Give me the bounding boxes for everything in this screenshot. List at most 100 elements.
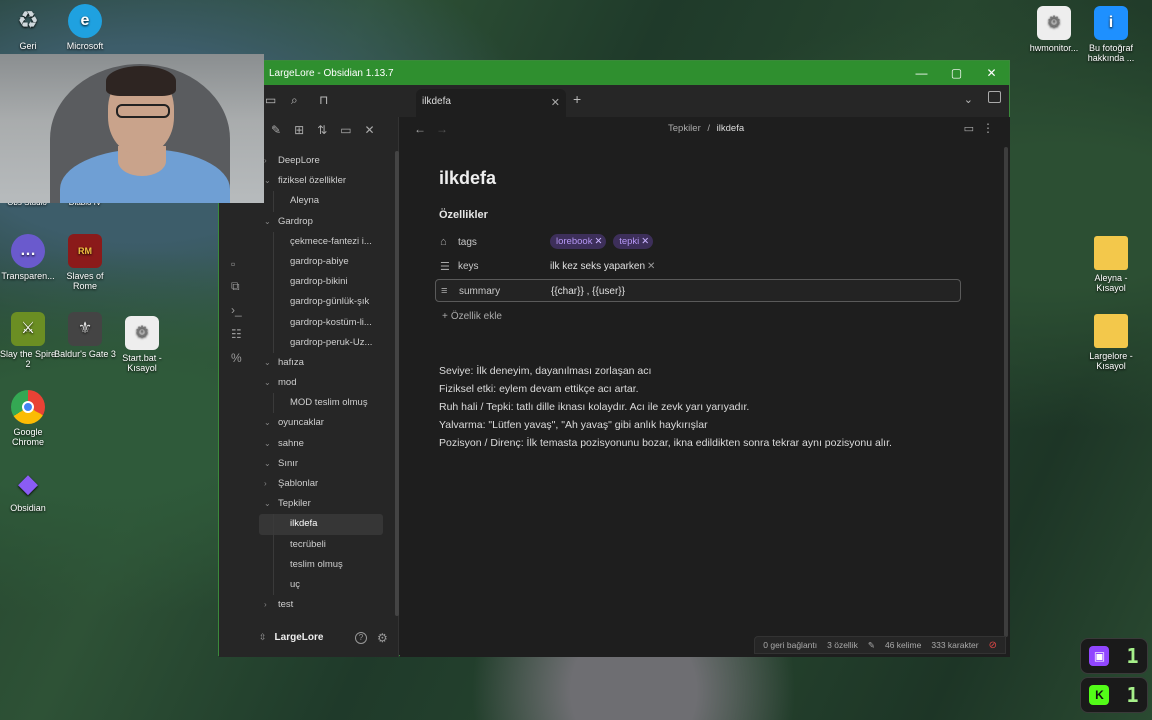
sidebar-scrollbar[interactable]	[395, 151, 399, 616]
tree-folder[interactable]: ⌄ oyuncaklar	[259, 413, 383, 433]
percent-icon[interactable]: %	[231, 351, 242, 365]
chrome-icon	[11, 390, 45, 424]
tree-folder[interactable]: ⌄ Tepkiler	[259, 494, 383, 514]
twitch-counter[interactable]: ▣ 1	[1080, 638, 1148, 674]
desktop-icon-recycle-bin[interactable]: ♻ Geri	[0, 4, 59, 52]
tag-pill[interactable]: tepki ✕	[613, 234, 654, 249]
desktop-icon-chrome[interactable]: Google Chrome	[0, 390, 59, 447]
tree-folder[interactable]: ⌄ sahne	[259, 434, 383, 454]
property-row-tags[interactable]: ⌂ tags lorebook ✕ tepki ✕	[435, 231, 961, 254]
tab-ilkdefa[interactable]: ilkdefa ✕	[416, 89, 566, 117]
remove-tag-icon[interactable]: ✕	[594, 236, 602, 247]
tree-folder[interactable]: ⌄ fiziksel özellikler	[259, 171, 383, 191]
maximize-button[interactable]: ▢	[939, 61, 974, 85]
chevron-down-icon[interactable]: ⌄	[964, 93, 973, 106]
tree-file[interactable]: MOD teslim olmuş	[259, 393, 383, 414]
files-icon[interactable]: ▭	[265, 93, 276, 107]
desktop-icon-hwmonitor[interactable]: ⚙ hwmonitor...	[1023, 6, 1085, 53]
add-property-button[interactable]: + Özellik ekle	[442, 311, 502, 322]
desktop-icon-slaves-of-rome[interactable]: RM Slaves of Rome	[54, 234, 116, 291]
new-folder-icon[interactable]: ⊞	[294, 123, 304, 137]
terminal-icon[interactable]: ›_	[231, 303, 242, 317]
desktop-icon-edge[interactable]: e Microsoft	[54, 4, 116, 51]
collapse-icon[interactable]: ▭	[340, 123, 351, 137]
property-row-keys[interactable]: ☰ keys ilk kez seks yaparken ✕	[435, 255, 961, 278]
tree-file[interactable]: Aleyna	[259, 191, 383, 212]
copy-icon[interactable]: ⧉	[231, 279, 240, 294]
window-titlebar[interactable]: LargeLore - Obsidian 1.13.7 — ▢ ✕	[219, 61, 1009, 85]
pencil-icon[interactable]: ✎	[868, 640, 875, 651]
chevron-down-icon: ⌄	[264, 357, 271, 367]
list-icon[interactable]: ☷	[231, 327, 242, 341]
tree-file[interactable]: gardrop-bikini	[259, 272, 383, 293]
kick-counter[interactable]: K 1	[1080, 677, 1148, 713]
tree-folder[interactable]: › test	[259, 595, 383, 615]
desktop-icon-baldurs-gate[interactable]: ⚜ Baldur's Gate 3	[54, 312, 116, 359]
tree-folder[interactable]: ⌄ hafıza	[259, 353, 383, 373]
properties-heading[interactable]: Özellikler	[439, 209, 488, 221]
close-tab-icon[interactable]: ✕	[551, 96, 560, 109]
tree-item-label: gardrop-bikini	[290, 276, 348, 288]
property-name[interactable]: keys	[458, 261, 479, 272]
gear-file-icon: ⚙	[125, 316, 159, 350]
property-value[interactable]: ilk kez seks yaparken ✕	[550, 261, 655, 272]
tree-folder[interactable]: ⌄ Sınır	[259, 454, 383, 474]
desktop-icon-photo-info[interactable]: i Bu fotoğraf hakkında ...	[1080, 6, 1142, 63]
property-name[interactable]: summary	[459, 286, 500, 297]
close-all-icon[interactable]: ✕	[365, 123, 375, 137]
tree-file[interactable]: gardrop-peruk-Uz...	[259, 332, 383, 353]
backlinks-count[interactable]: 0 geri bağlantı	[763, 640, 817, 650]
close-window-button[interactable]: ✕	[974, 61, 1009, 85]
property-value[interactable]: lorebook ✕ tepki ✕	[550, 234, 657, 249]
breadcrumb-folder[interactable]: Tepkiler	[668, 123, 701, 134]
tag-pill[interactable]: lorebook ✕	[550, 234, 607, 249]
desktop-icon-obsidian[interactable]: ◆ Obsidian	[0, 466, 59, 513]
more-options-icon[interactable]: ⋮	[982, 121, 994, 135]
chevron-right-icon: ›	[264, 156, 267, 165]
breadcrumb-note[interactable]: ilkdefa	[717, 123, 744, 134]
desktop-icon-label: Slay the Spire 2	[0, 349, 57, 369]
tree-file[interactable]: ilkdefa	[259, 514, 383, 535]
reading-view-icon[interactable]: ▭	[964, 122, 974, 135]
summary-input[interactable]: {{char}} , {{user}}	[551, 286, 625, 297]
tree-file[interactable]: çekmece-fantezi i...	[259, 231, 383, 252]
sync-disabled-icon[interactable]: ⊘	[989, 640, 997, 651]
new-note-icon[interactable]: ✎	[271, 123, 281, 137]
tree-file[interactable]: gardrop-abiye	[259, 251, 383, 273]
tree-file[interactable]: gardrop-günlük-şık	[259, 292, 383, 313]
search-icon[interactable]: ⌕	[291, 93, 298, 108]
canvas-icon[interactable]: ▫	[231, 257, 235, 271]
tree-folder[interactable]: ⌄ Gardrop	[259, 212, 383, 232]
forward-arrow-icon[interactable]: →	[436, 122, 448, 136]
plus-icon: +	[442, 311, 448, 322]
desktop-icon-transparen[interactable]: … Transparen...	[0, 234, 59, 281]
tree-file[interactable]: uç	[259, 574, 383, 596]
tree-file[interactable]: gardrop-kostüm-li...	[259, 312, 383, 333]
toggle-right-sidebar-icon[interactable]	[988, 91, 1001, 103]
property-name[interactable]: tags	[458, 237, 477, 248]
desktop-icon-label: Slaves of Rome	[66, 271, 104, 291]
sort-icon[interactable]: ⇅	[317, 123, 327, 137]
desktop-icon-aleyna[interactable]: Aleyna - Kısayol	[1080, 236, 1142, 293]
settings-gear-icon[interactable]: ⚙	[377, 631, 388, 645]
help-icon[interactable]: ?	[355, 631, 367, 644]
desktop-icon-start-bat[interactable]: ⚙ Start.bat - Kısayol	[111, 316, 173, 373]
desktop-icon-largelore[interactable]: Largelore - Kısayol	[1080, 314, 1142, 371]
tree-folder[interactable]: › DeepLore	[259, 151, 383, 171]
minimize-button[interactable]: —	[904, 61, 939, 85]
note-title[interactable]: ilkdefa	[439, 168, 496, 189]
tree-file[interactable]: tecrübeli	[259, 534, 383, 555]
remove-item-icon[interactable]: ✕	[647, 261, 655, 272]
remove-tag-icon[interactable]: ✕	[641, 236, 649, 247]
new-tab-button[interactable]: +	[573, 91, 581, 107]
back-arrow-icon[interactable]: ←	[414, 122, 426, 136]
desktop-icon-slay-the-spire[interactable]: ⚔ Slay the Spire 2	[0, 312, 59, 369]
property-row-summary[interactable]: ≡ summary {{char}} , {{user}}	[435, 279, 961, 302]
editor-scrollbar[interactable]	[1004, 147, 1008, 637]
bookmark-icon[interactable]: ⊓	[319, 93, 328, 107]
tree-file[interactable]: teslim olmuş	[259, 554, 383, 575]
note-body[interactable]: Seviye: İlk deneyim, dayanılması zorlaşa…	[439, 362, 892, 452]
tree-folder[interactable]: › Şablonlar	[259, 474, 383, 494]
tree-folder[interactable]: ⌄ mod	[259, 373, 383, 393]
vault-switcher[interactable]: ⇳ LargeLore ? ⚙	[259, 631, 399, 645]
